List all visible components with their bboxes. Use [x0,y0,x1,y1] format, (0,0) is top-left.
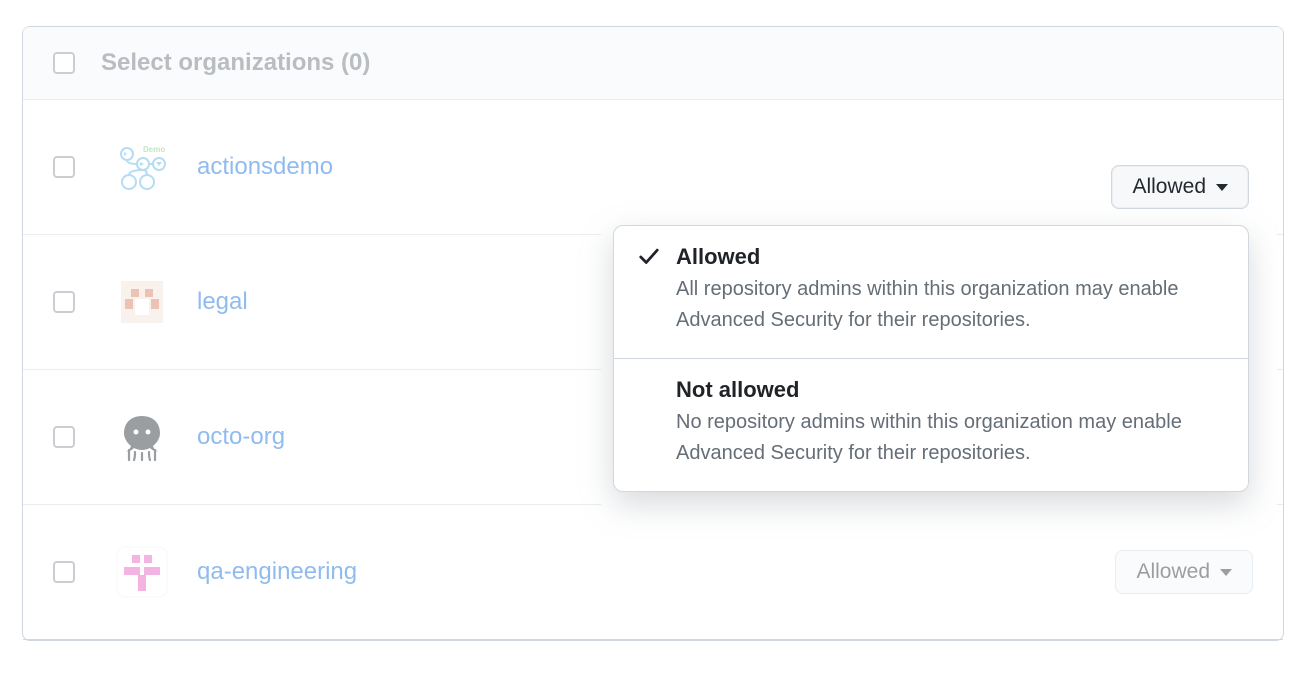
org-link[interactable]: qa-engineering [197,558,357,586]
org-row: qa-engineering Allowed [23,505,1283,640]
svg-text:Demo: Demo [143,145,165,154]
org-checkbox[interactable] [53,561,75,583]
dropdown-menu: Allowed All repository admins within thi… [613,225,1249,492]
org-checkbox[interactable] [53,426,75,448]
check-icon [638,255,660,272]
option-title: Allowed [676,244,1224,270]
chevron-down-icon [1216,184,1228,191]
status-label: Allowed [1132,175,1206,199]
org-link[interactable]: legal [197,288,248,316]
status-dropdown-button[interactable]: Allowed [1115,550,1253,594]
org-avatar [115,410,169,464]
select-orgs-label: Select organizations (0) [101,49,370,77]
org-checkbox[interactable] [53,291,75,313]
org-avatar [115,545,169,599]
org-avatar: Demo [115,140,169,194]
status-label: Allowed [1136,560,1210,584]
org-link[interactable]: octo-org [197,423,285,451]
dropdown-option-not-allowed[interactable]: Not allowed No repository admins within … [614,358,1248,491]
option-description: All repository admins within this organi… [676,274,1224,336]
org-checkbox[interactable] [53,156,75,178]
org-avatar [115,275,169,329]
select-all-checkbox[interactable] [53,52,75,74]
chevron-down-icon [1220,569,1232,576]
panel-header: Select organizations (0) [23,27,1283,100]
dropdown-option-allowed[interactable]: Allowed All repository admins within thi… [614,226,1248,358]
org-link[interactable]: actionsdemo [197,153,333,181]
option-title: Not allowed [676,377,1224,403]
status-dropdown: Allowed Allowed All repository admins wi… [613,165,1249,492]
option-description: No repository admins within this organiz… [676,407,1224,469]
status-dropdown-button[interactable]: Allowed [1111,165,1249,209]
organizations-panel: Select organizations (0) Demo actionsdem… [22,26,1284,641]
